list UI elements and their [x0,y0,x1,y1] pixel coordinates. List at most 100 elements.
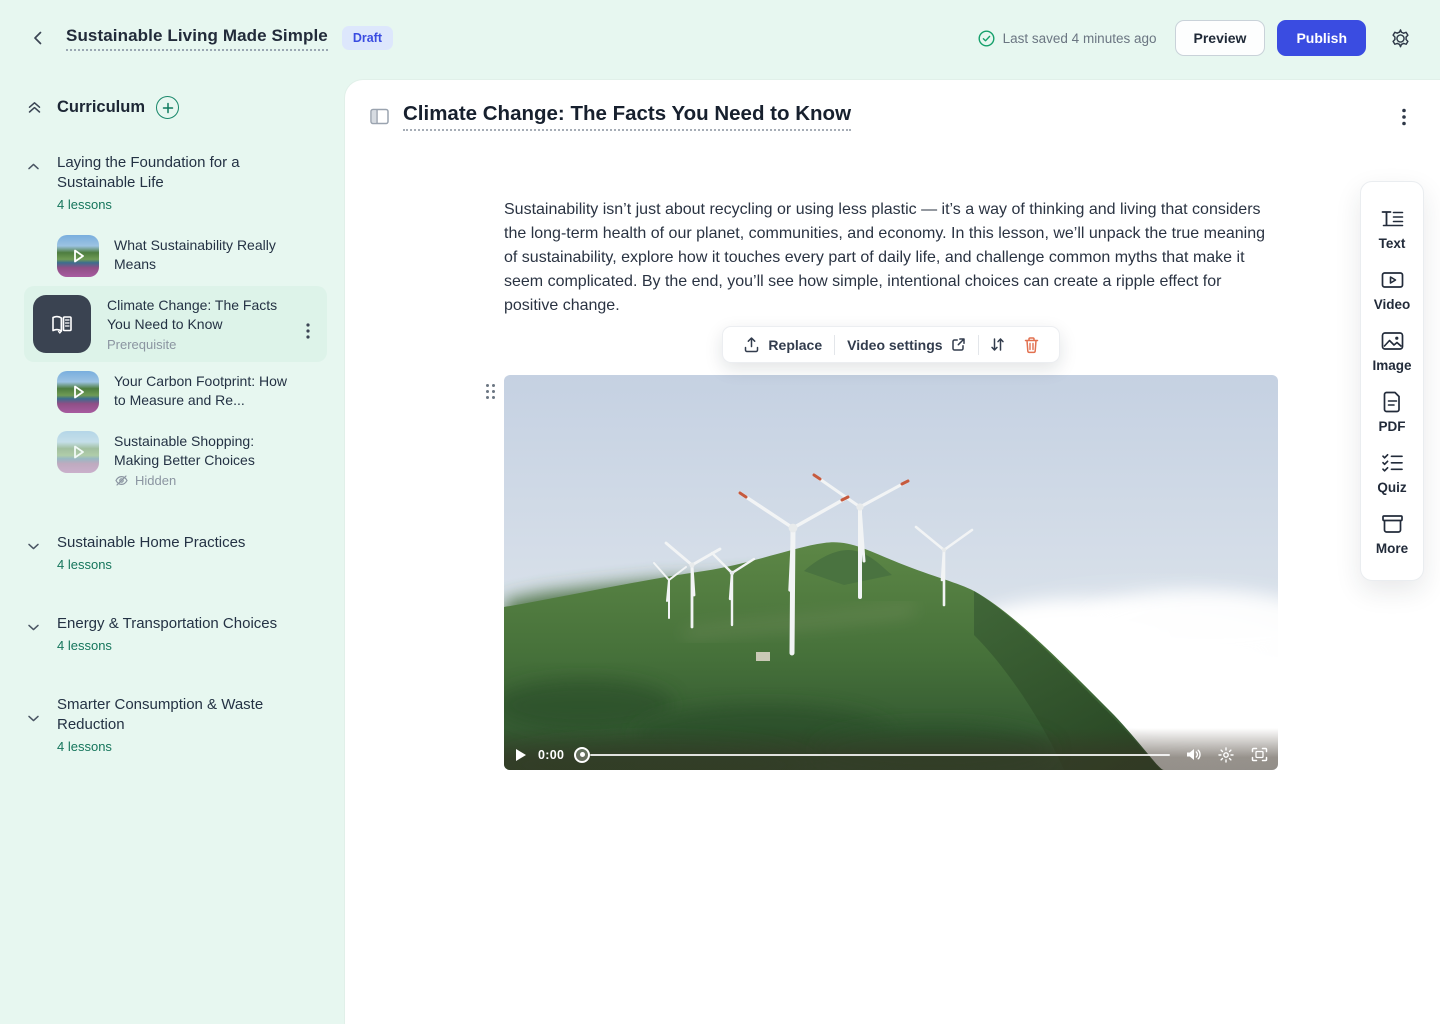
player-settings-button[interactable] [1217,746,1235,764]
back-button[interactable] [24,24,52,52]
lesson-editor-panel: Climate Change: The Facts You Need to Kn… [345,80,1440,1024]
scrubber-handle[interactable] [574,747,590,763]
publish-label: Publish [1296,30,1347,46]
last-saved-status: Last saved 4 minutes ago [978,30,1157,47]
external-link-icon [951,337,966,352]
palette-label: More [1376,541,1408,556]
preview-button[interactable]: Preview [1175,20,1266,56]
lesson-item-selected[interactable]: Climate Change: The Facts You Need to Kn… [24,286,327,362]
section-toggle[interactable]: Sustainable Home Practices 4 lessons [24,533,327,572]
lesson-title: Climate Change: The Facts You Need to Kn… [107,296,285,334]
fullscreen-button[interactable] [1250,746,1268,764]
curriculum-sidebar: Curriculum Laying the Foundation for a S… [0,76,345,1024]
more-blocks-button[interactable]: More [1361,504,1423,565]
section-toggle[interactable]: Laying the Foundation for a Sustainable … [24,153,327,212]
upload-icon [743,336,760,353]
collapse-all-button[interactable] [24,98,44,118]
section-lesson-count: 4 lessons [57,739,297,754]
play-button[interactable] [512,746,530,764]
video-block-icon [1380,268,1405,292]
palette-label: Text [1379,236,1406,251]
video-block-toolbar: Replace Video settings [722,326,1059,363]
play-icon [57,371,99,413]
add-text-block-button[interactable]: Text [1361,199,1423,260]
image-block-icon [1380,329,1405,353]
section-toggle[interactable]: Energy & Transportation Choices 4 lesson… [24,614,327,653]
text-block-icon [1380,207,1405,231]
palette-label: Image [1372,358,1411,373]
add-pdf-block-button[interactable]: PDF [1361,382,1423,443]
lesson-item[interactable]: What Sustainability Really Means [48,226,327,286]
lesson-intro-paragraph[interactable]: Sustainability isn’t just about recyclin… [504,198,1278,318]
current-time: 0:00 [538,748,564,762]
lesson-hidden-label: Hidden [135,473,176,488]
curriculum-title: Curriculum [57,98,145,117]
kebab-icon [306,323,310,339]
panel-layout-icon [370,108,389,125]
toolbar-divider [978,335,979,355]
add-image-block-button[interactable]: Image [1361,321,1423,382]
chevron-down-icon [24,709,42,727]
chevron-down-icon [24,618,42,636]
publish-button[interactable]: Publish [1277,20,1366,56]
video-player[interactable]: 0:00 [504,375,1278,770]
lesson-video-thumbnail [57,371,99,413]
toggle-sidebar-button[interactable] [369,107,389,127]
lesson-options-button[interactable] [1392,105,1416,129]
lesson-menu-button[interactable] [299,322,317,340]
lesson-item[interactable]: Your Carbon Footprint: How to Measure an… [48,362,327,422]
lesson-title: Sustainable Shopping: Making Better Choi… [114,432,292,470]
play-icon [57,235,99,277]
move-block-button[interactable] [981,327,1015,362]
curriculum-section: Sustainable Home Practices 4 lessons [0,533,345,572]
replace-video-button[interactable]: Replace [733,327,832,362]
chevron-left-icon [30,30,46,46]
section-lesson-count: 4 lessons [57,557,245,572]
pdf-block-icon [1380,390,1405,414]
curriculum-section: Energy & Transportation Choices 4 lesson… [0,614,345,653]
plus-icon [162,102,174,114]
section-title: Smarter Consumption & Waste Reduction [57,695,297,735]
add-quiz-block-button[interactable]: Quiz [1361,443,1423,504]
section-title: Sustainable Home Practices [57,533,245,553]
palette-label: PDF [1379,419,1406,434]
trash-icon [1023,336,1040,354]
check-circle-icon [978,30,995,47]
settings-button[interactable] [1384,22,1416,54]
lesson-video-thumbnail [57,235,99,277]
section-title: Energy & Transportation Choices [57,614,277,634]
palette-label: Video [1374,297,1411,312]
kebab-icon [1402,108,1406,126]
lesson-video-thumbnail [57,431,99,473]
top-header: Sustainable Living Made Simple Draft Las… [0,0,1440,76]
course-title[interactable]: Sustainable Living Made Simple [66,26,328,51]
sort-arrows-icon [989,336,1006,353]
section-title: Laying the Foundation for a Sustainable … [57,153,297,193]
toolbar-divider [834,335,835,355]
curriculum-section: Smarter Consumption & Waste Reduction 4 … [0,695,345,754]
video-settings-button[interactable]: Video settings [837,327,975,362]
video-still-wind-turbines [504,375,1278,770]
section-toggle[interactable]: Smarter Consumption & Waste Reduction 4 … [24,695,327,754]
progress-track[interactable] [590,754,1170,756]
section-lesson-count: 4 lessons [57,197,297,212]
add-section-button[interactable] [156,96,179,119]
volume-button[interactable] [1184,746,1202,764]
preview-label: Preview [1194,30,1247,46]
quiz-block-icon [1380,451,1405,475]
curriculum-section: Laying the Foundation for a Sustainable … [0,153,345,497]
lesson-editor-title[interactable]: Climate Change: The Facts You Need to Kn… [403,102,851,131]
section-lesson-count: 4 lessons [57,638,277,653]
delete-block-button[interactable] [1015,327,1049,362]
chevron-down-icon [24,537,42,555]
add-video-block-button[interactable]: Video [1361,260,1423,321]
eye-off-icon [114,473,129,488]
open-book-icon [48,310,76,338]
chevron-up-icon [24,157,42,175]
block-drag-handle[interactable] [483,381,497,401]
reading-lesson-icon [33,295,91,353]
gear-icon [1389,27,1412,50]
video-control-bar: 0:00 [504,728,1278,770]
play-icon [57,431,99,473]
lesson-item-hidden[interactable]: Sustainable Shopping: Making Better Choi… [48,422,327,497]
